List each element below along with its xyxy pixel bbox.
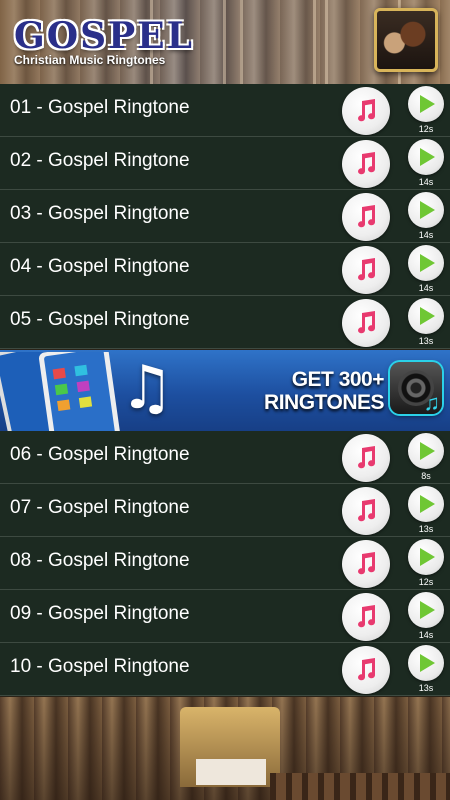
ringtone-title[interactable]: 04 - Gospel Ringtone xyxy=(10,256,190,278)
list-item: 03 - Gospel Ringtone 14s xyxy=(0,190,450,243)
play-button[interactable] xyxy=(408,539,444,575)
play-icon xyxy=(420,254,435,272)
duration-label: 14s xyxy=(418,283,434,293)
ringtone-title[interactable]: 07 - Gospel Ringtone xyxy=(10,497,190,519)
set-ringtone-button[interactable] xyxy=(342,140,390,188)
pews-decoration xyxy=(270,773,450,800)
music-note-icon xyxy=(358,658,376,681)
app-subtitle: Christian Music Ringtones xyxy=(14,53,166,67)
duration-label: 8s xyxy=(421,471,431,481)
music-note-icon xyxy=(358,311,376,334)
play-button[interactable] xyxy=(408,192,444,228)
play-icon xyxy=(420,201,435,219)
duration-label: 14s xyxy=(418,230,434,240)
ringtone-title[interactable]: 06 - Gospel Ringtone xyxy=(10,444,190,466)
music-note-icon xyxy=(358,258,376,281)
set-ringtone-button[interactable] xyxy=(342,299,390,347)
list-item: 09 - Gospel Ringtone 14s xyxy=(0,590,450,643)
duration-label: 14s xyxy=(418,630,434,640)
play-icon xyxy=(420,548,435,566)
set-ringtone-button[interactable] xyxy=(342,593,390,641)
ringtone-title[interactable]: 10 - Gospel Ringtone xyxy=(10,656,190,678)
play-icon xyxy=(420,442,435,460)
header-arch-decoration xyxy=(240,0,316,84)
altar-cloth-decoration xyxy=(196,759,266,785)
play-icon xyxy=(420,95,435,113)
speaker-music-icon: ♫ xyxy=(390,362,442,414)
duration-label: 12s xyxy=(418,577,434,587)
play-icon xyxy=(420,654,435,672)
list-item: 08 - Gospel Ringtone 12s xyxy=(0,537,450,590)
duration-label: 13s xyxy=(418,524,434,534)
set-ringtone-button[interactable] xyxy=(342,540,390,588)
play-button[interactable] xyxy=(408,645,444,681)
list-item: 10 - Gospel Ringtone 13s xyxy=(0,643,450,696)
set-ringtone-button[interactable] xyxy=(342,246,390,294)
ringtone-title[interactable]: 05 - Gospel Ringtone xyxy=(10,309,190,331)
play-button[interactable] xyxy=(408,86,444,122)
list-item: 02 - Gospel Ringtone 14s xyxy=(0,137,450,190)
play-button[interactable] xyxy=(408,486,444,522)
set-ringtone-button[interactable] xyxy=(342,487,390,535)
banner-headline-line2: RINGTONES xyxy=(264,391,384,414)
ringtone-title[interactable]: 08 - Gospel Ringtone xyxy=(10,550,190,572)
app-title: GOSPEL xyxy=(14,15,194,57)
ringtone-title[interactable]: 09 - Gospel Ringtone xyxy=(10,603,190,625)
set-ringtone-button[interactable] xyxy=(342,646,390,694)
music-notes-icon: ♫ xyxy=(120,353,174,423)
set-ringtone-button[interactable] xyxy=(342,434,390,482)
music-note-icon xyxy=(358,446,376,469)
ringtone-title[interactable]: 02 - Gospel Ringtone xyxy=(10,150,190,172)
singer-thumbnail[interactable] xyxy=(374,8,438,72)
music-note-icon xyxy=(358,499,376,522)
list-item: 05 - Gospel Ringtone 13s xyxy=(0,296,450,349)
duration-label: 13s xyxy=(418,683,434,693)
play-icon xyxy=(420,495,435,513)
play-button[interactable] xyxy=(408,298,444,334)
play-icon xyxy=(420,601,435,619)
play-button[interactable] xyxy=(408,592,444,628)
banner-headline-line1: GET 300+ xyxy=(291,368,385,391)
music-note-icon xyxy=(358,552,376,575)
play-button[interactable] xyxy=(408,245,444,281)
music-note-icon xyxy=(358,605,376,628)
set-ringtone-button[interactable] xyxy=(342,87,390,135)
ringtone-list-top: 01 - Gospel Ringtone 12s 02 - Gospel Rin… xyxy=(0,84,450,349)
play-icon xyxy=(420,148,435,166)
ringtone-list-bottom: 06 - Gospel Ringtone 8s 07 - Gospel Ring… xyxy=(0,431,450,696)
play-icon xyxy=(420,307,435,325)
list-item: 04 - Gospel Ringtone 14s xyxy=(0,243,450,296)
duration-label: 12s xyxy=(418,124,434,134)
list-item: 07 - Gospel Ringtone 13s xyxy=(0,484,450,537)
promo-banner[interactable]: ♫ GET 300+ RINGTONES ♫ xyxy=(0,350,450,431)
play-button[interactable] xyxy=(408,139,444,175)
set-ringtone-button[interactable] xyxy=(342,193,390,241)
ringtone-title[interactable]: 03 - Gospel Ringtone xyxy=(10,203,190,225)
church-interior-image xyxy=(0,697,450,800)
music-note-icon xyxy=(358,99,376,122)
list-item: 06 - Gospel Ringtone 8s xyxy=(0,431,450,484)
duration-label: 14s xyxy=(418,177,434,187)
music-note-icon xyxy=(358,152,376,175)
app-header: GOSPEL Christian Music Ringtones xyxy=(0,0,450,84)
play-button[interactable] xyxy=(408,433,444,469)
ringtone-title[interactable]: 01 - Gospel Ringtone xyxy=(10,97,190,119)
duration-label: 13s xyxy=(418,336,434,346)
music-note-icon xyxy=(358,205,376,228)
list-item: 01 - Gospel Ringtone 12s xyxy=(0,84,450,137)
